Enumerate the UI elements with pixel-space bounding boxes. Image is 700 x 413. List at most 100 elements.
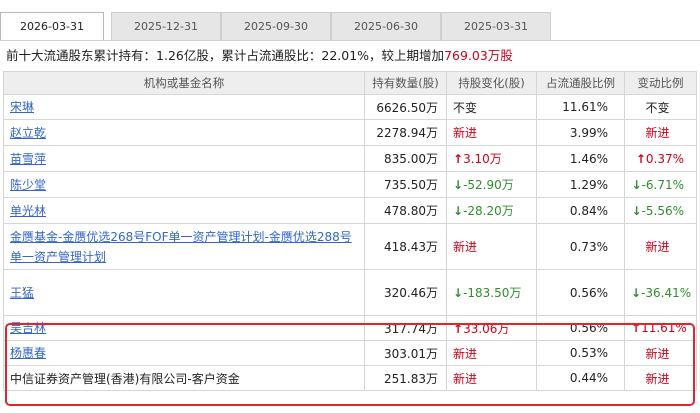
float-ratio-cell: 1.29%	[536, 171, 625, 198]
holder-name-cell: 单光林	[3, 197, 365, 224]
tab-2025-03-31[interactable]: 2025-03-31	[441, 12, 551, 40]
variation-value: 0.37%	[645, 151, 684, 166]
share-change-cell: ↓-183.50万	[446, 269, 537, 316]
holder-name-link[interactable]: 王猛	[10, 286, 34, 300]
table-row: 吴吉林 317.74万 ↑33.06万 0.56% ↑11.61%	[3, 315, 697, 341]
shares-cell: 303.01万	[364, 340, 447, 366]
holder-name-cell: 杨惠春	[3, 340, 365, 366]
arrow-down-icon: ↓	[453, 178, 464, 192]
arrow-down-icon: ↓	[453, 204, 464, 218]
table-row: 单光林 478.80万 ↓-28.20万 0.84% ↓-5.56%	[3, 197, 697, 224]
arrow-up-icon: ↑	[635, 151, 646, 166]
tab-2025-09-30[interactable]: 2025-09-30	[221, 12, 331, 40]
variation-value: 不变	[645, 100, 670, 115]
variation-cell: 新进	[624, 340, 697, 366]
float-ratio-cell: 0.73%	[536, 223, 625, 270]
share-change-value: 3.10万	[463, 152, 502, 166]
table-row: 中信证券资产管理(香港)有限公司-客户资金 251.83万 新进 0.44% 新进	[3, 365, 697, 391]
share-change-value: -28.20万	[463, 204, 514, 218]
float-ratio-cell: 0.56%	[536, 315, 625, 341]
summary-mid: ，累计占流通股比：	[208, 48, 322, 63]
variation-cell: ↓-5.56%	[624, 197, 697, 224]
arrow-up-icon: ↑	[453, 152, 464, 166]
share-change-cell: 新进	[446, 340, 537, 366]
float-ratio-cell: 0.84%	[536, 197, 625, 224]
share-change-cell: 新进	[446, 365, 537, 391]
holder-name-cell: 苗雪萍	[3, 145, 365, 172]
variation-cell: 新进	[624, 119, 697, 146]
shares-cell: 835.00万	[364, 145, 447, 172]
holder-name-text: 中信证券资产管理(香港)有限公司-客户资金	[10, 371, 240, 386]
col-header-ratio: 占流通股比例	[536, 71, 625, 95]
table-row: 赵立乾 2278.94万 新进 3.99% 新进	[3, 119, 697, 146]
float-ratio-cell: 0.44%	[536, 365, 625, 391]
holder-name-cell: 吴吉林	[3, 315, 365, 341]
variation-value: 新进	[645, 240, 670, 254]
arrow-up-icon: ↑	[631, 321, 642, 335]
float-ratio-cell: 1.46%	[536, 145, 625, 172]
shares-cell: 317.74万	[364, 315, 447, 341]
share-change-value: 新进	[453, 126, 478, 140]
share-change-cell: 新进	[446, 119, 537, 146]
shareholders-table: 机构或基金名称 持有数量(股) 持股变化(股) 占流通股比例 变动比例 宋琳 66…	[3, 71, 697, 391]
share-change-cell: ↓-52.90万	[446, 171, 537, 198]
variation-cell: ↑0.37%	[624, 145, 697, 172]
shares-cell: 418.43万	[364, 223, 447, 270]
table-row: 杨惠春 303.01万 新进 0.53% 新进	[3, 340, 697, 366]
table-row: 苗雪萍 835.00万 ↑3.10万 1.46% ↑0.37%	[3, 145, 697, 172]
variation-cell: ↑11.61%	[624, 315, 697, 341]
shares-cell: 320.46万	[364, 269, 447, 316]
shares-cell: 251.83万	[364, 365, 447, 391]
float-ratio-cell: 0.53%	[536, 340, 625, 366]
summary-increase: 769.03万股	[444, 48, 513, 63]
tab-2025-06-30[interactable]: 2025-06-30	[331, 12, 441, 40]
share-change-value: -183.50万	[463, 286, 522, 300]
holder-name-cell: 陈少堂	[3, 171, 365, 198]
variation-cell: 新进	[624, 365, 697, 391]
variation-value: 11.61%	[641, 321, 687, 335]
variation-cell: 不变	[624, 94, 697, 120]
table-body: 宋琳 6626.50万 不变 11.61% 不变 赵立乾 2278.94万 新进 3.99% 新进…	[3, 94, 697, 391]
table-row: 王猛 320.46万 ↓-183.50万 0.56% ↓-36.41%	[3, 269, 697, 316]
arrow-down-icon: ↓	[453, 286, 464, 300]
holdings-summary: 前十大流通股东累计持有：1.26亿股，累计占流通股比：22.01%，较上期增加7…	[0, 41, 700, 71]
table-header-row: 机构或基金名称 持有数量(股) 持股变化(股) 占流通股比例 变动比例	[3, 71, 697, 95]
holder-name-link[interactable]: 陈少堂	[10, 178, 46, 192]
holder-name-link[interactable]: 杨惠春	[10, 346, 46, 360]
variation-cell: 新进	[624, 223, 697, 270]
variation-value: 新进	[645, 371, 670, 386]
arrow-down-icon: ↓	[631, 203, 642, 218]
share-change-cell: 新进	[446, 223, 537, 270]
variation-value: 新进	[645, 126, 670, 140]
holder-name-link[interactable]: 赵立乾	[10, 126, 46, 140]
variation-value: -6.71%	[641, 177, 684, 192]
arrow-up-icon: ↑	[453, 321, 464, 336]
holder-name-link[interactable]: 单光林	[10, 204, 46, 218]
col-header-change: 持股变化(股)	[446, 71, 537, 95]
variation-value: -5.56%	[641, 203, 684, 218]
share-change-value: 新进	[453, 371, 478, 386]
share-change-value: 新进	[453, 240, 478, 254]
holder-name-link[interactable]: 宋琳	[10, 100, 34, 114]
float-ratio-cell: 11.61%	[536, 94, 625, 120]
variation-cell: ↓-36.41%	[624, 269, 697, 316]
share-change-value: 33.06万	[463, 321, 510, 336]
col-header-variation: 变动比例	[624, 71, 697, 95]
holder-name-link[interactable]: 苗雪萍	[10, 152, 46, 166]
tab-divider	[0, 40, 700, 41]
holder-name-link[interactable]: 金赝基金-金赝优选268号FOF单一资产管理计划-金赝优选288号单一资产管理计…	[10, 230, 352, 264]
tab-2025-12-31[interactable]: 2025-12-31	[111, 12, 221, 40]
table-row: 陈少堂 735.50万 ↓-52.90万 1.29% ↓ -6.71%	[3, 171, 697, 198]
arrow-down-icon: ↓	[631, 285, 642, 300]
shares-cell: 6626.50万	[364, 94, 447, 120]
share-change-cell: 不变	[446, 94, 537, 120]
summary-total: 1.26亿股	[156, 48, 209, 63]
holder-name-cell: 赵立乾	[3, 119, 365, 146]
share-change-cell: ↑33.06万	[446, 315, 537, 341]
variation-value: 新进	[645, 346, 670, 361]
holder-name-link[interactable]: 吴吉林	[10, 321, 46, 335]
tab-2026-03-31[interactable]: 2026-03-31	[0, 12, 104, 41]
variation-value: -36.41%	[641, 285, 692, 300]
share-change-value: 新进	[453, 346, 478, 361]
shares-cell: 735.50万	[364, 171, 447, 198]
